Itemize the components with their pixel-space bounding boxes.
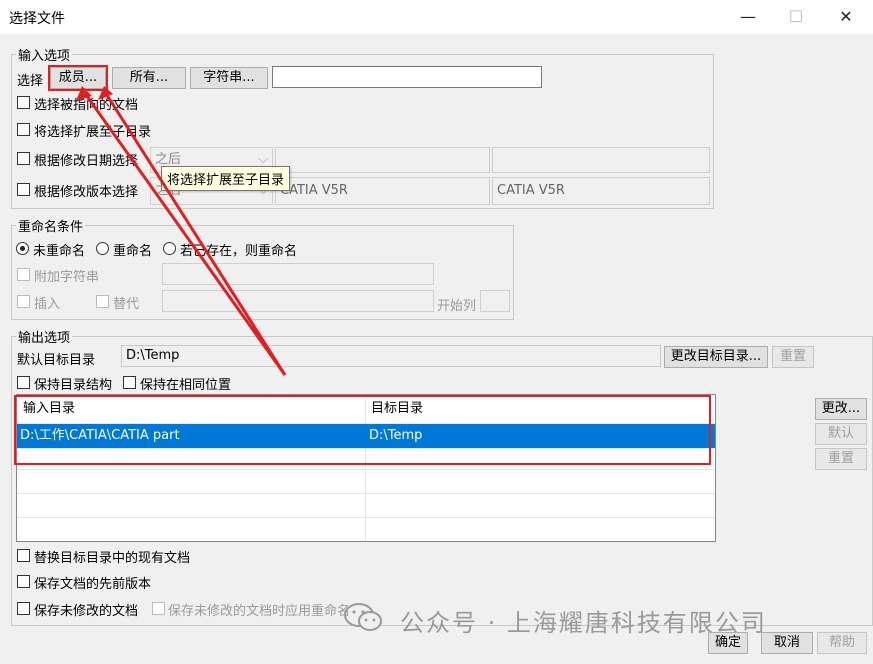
annotation-arrow <box>76 86 287 376</box>
